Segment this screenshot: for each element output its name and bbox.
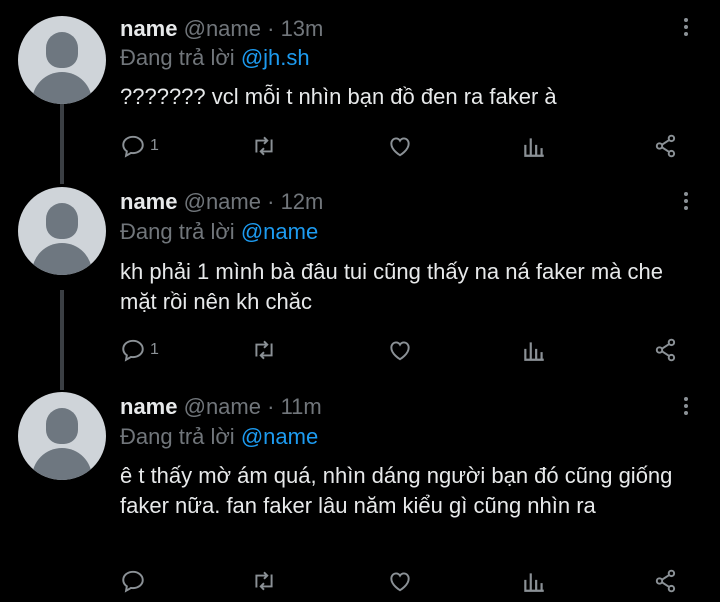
more-options-icon[interactable] [674, 394, 698, 420]
like-icon [390, 572, 410, 592]
share-button[interactable] [653, 336, 679, 364]
like-icon [390, 341, 410, 361]
like-button[interactable] [387, 336, 413, 364]
tweet-header: name @name · 13m [120, 16, 323, 42]
timestamp[interactable]: 13m [281, 16, 324, 41]
display-name[interactable]: name [120, 189, 177, 214]
tweet-text: ??????? vcl mỗi t nhìn bạn đồ đen ra fak… [120, 84, 557, 109]
avatar-head [46, 203, 78, 239]
share-icon [655, 338, 676, 362]
avatar[interactable] [18, 392, 106, 480]
tweet-text: ê t thấy mờ ám quá, nhìn dáng người bạn … [120, 463, 673, 518]
reply-button[interactable]: 1 [120, 132, 159, 160]
share-icon [655, 569, 676, 593]
tweet[interactable]: name @name · 13m Đang trả lời @jh.sh ???… [0, 0, 720, 186]
tweet-header: name @name · 11m [120, 394, 322, 420]
analytics-icon [524, 342, 544, 361]
retweet-icon [255, 340, 273, 360]
more-options-icon[interactable] [674, 189, 698, 215]
avatar[interactable] [18, 16, 106, 104]
analytics-button[interactable] [521, 132, 547, 160]
like-icon [390, 137, 410, 157]
avatar-shoulders [32, 448, 92, 480]
analytics-icon [524, 573, 544, 592]
avatar-shoulders [32, 72, 92, 104]
reply-icon [122, 570, 144, 593]
avatar-shoulders [32, 243, 92, 275]
replying-to: Đang trả lời @jh.sh [120, 45, 310, 71]
share-icon [655, 134, 676, 158]
reply-button[interactable]: 1 [120, 336, 159, 364]
user-handle[interactable]: @name [184, 16, 261, 41]
reply-icon [122, 135, 144, 158]
tweet[interactable]: name @name · 11m Đang trả lời @name ê t … [0, 392, 720, 602]
tweet-text: kh phải 1 mình bà đâu tui cũng thấy na n… [120, 259, 664, 314]
mention-link[interactable]: @name [241, 219, 318, 244]
separator-dot: · [267, 16, 275, 41]
reply-icon [122, 339, 144, 362]
replying-to: Đang trả lời @name [120, 219, 318, 245]
analytics-button[interactable] [521, 567, 547, 595]
replying-prefix: Đang trả lời [120, 424, 235, 449]
reply-count: 1 [150, 137, 159, 154]
retweet-button[interactable] [251, 567, 277, 595]
timestamp[interactable]: 12m [281, 189, 324, 214]
user-handle[interactable]: @name [184, 394, 261, 419]
replying-prefix: Đang trả lời [120, 219, 235, 244]
tweet-header: name @name · 12m [120, 189, 323, 215]
share-button[interactable] [653, 567, 679, 595]
replying-prefix: Đang trả lời [120, 45, 235, 70]
reply-button[interactable] [120, 567, 150, 595]
more-options-icon[interactable] [674, 15, 698, 41]
like-button[interactable] [387, 132, 413, 160]
avatar-head [46, 408, 78, 444]
retweet-button[interactable] [251, 132, 277, 160]
reply-count: 1 [150, 341, 159, 358]
display-name[interactable]: name [120, 16, 177, 41]
display-name[interactable]: name [120, 394, 177, 419]
user-handle[interactable]: @name [184, 189, 261, 214]
replying-to: Đang trả lời @name [120, 424, 318, 450]
retweet-icon [255, 136, 273, 156]
separator-dot: · [267, 394, 275, 419]
like-button[interactable] [387, 567, 413, 595]
analytics-icon [524, 138, 544, 157]
timestamp[interactable]: 11m [281, 394, 322, 419]
mention-link[interactable]: @name [241, 424, 318, 449]
retweet-icon [255, 571, 273, 591]
retweet-button[interactable] [251, 336, 277, 364]
mention-link[interactable]: @jh.sh [241, 45, 310, 70]
separator-dot: · [267, 189, 275, 214]
avatar[interactable] [18, 187, 106, 275]
tweet[interactable]: name @name · 12m Đang trả lời @name kh p… [0, 186, 720, 392]
share-button[interactable] [653, 132, 679, 160]
analytics-button[interactable] [521, 336, 547, 364]
avatar-head [46, 32, 78, 68]
